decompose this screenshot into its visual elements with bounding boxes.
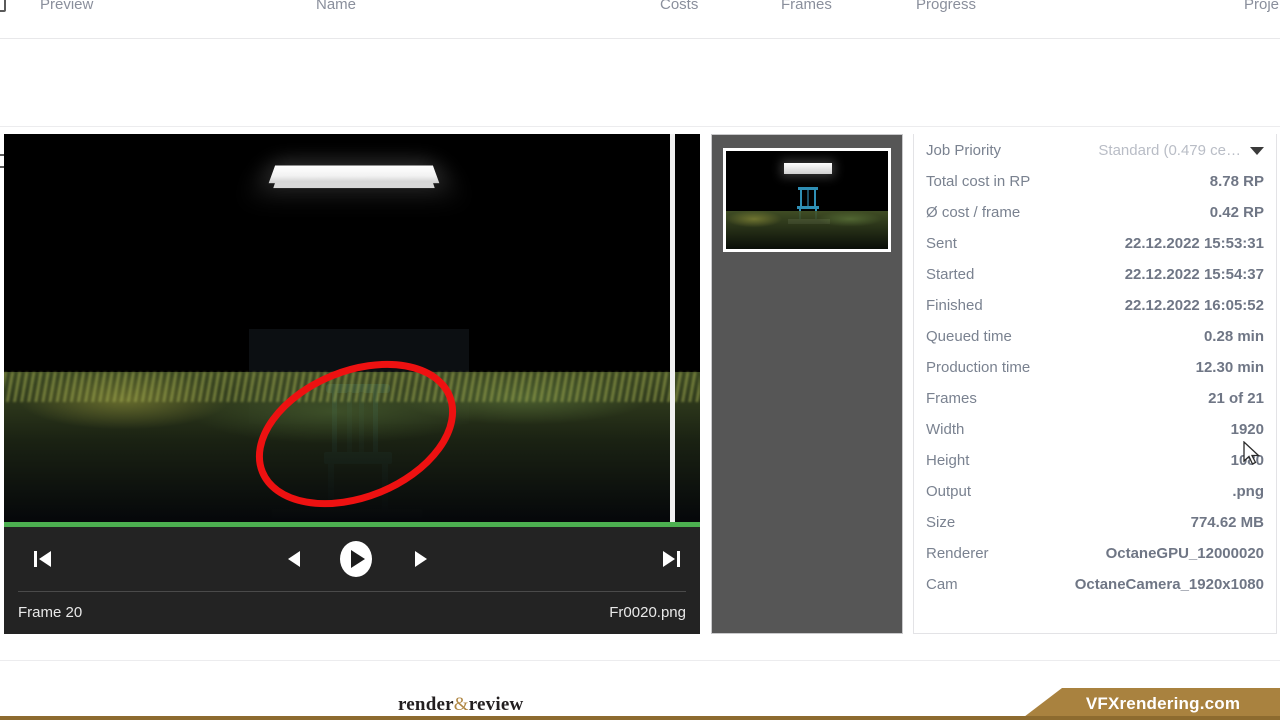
preview-player[interactable]: Frame 20 Fr0020.png [4, 134, 700, 634]
step-forward-button[interactable] [411, 549, 431, 569]
info-row-output: Output .png [926, 483, 1264, 514]
softbox-light-graphic [268, 165, 440, 184]
info-row-job-priority[interactable]: Job Priority Standard (0.479 ce… [926, 142, 1264, 173]
transport-controls [4, 527, 700, 591]
grass-foreground-graphic [4, 372, 700, 522]
info-value: 12.30 min [1195, 359, 1264, 376]
info-row-size: Size 774.62 MB [926, 514, 1264, 545]
column-header-progress[interactable]: Progress [916, 0, 976, 13]
chevron-down-icon[interactable] [1250, 146, 1264, 155]
info-row-height: Height 1080 [926, 452, 1264, 483]
skip-to-end-button[interactable] [660, 547, 684, 571]
info-value: 0.28 min [1203, 328, 1264, 345]
skip-to-start-button[interactable] [30, 547, 54, 571]
info-label: Started [926, 266, 975, 283]
info-label: Queued time [926, 328, 1012, 345]
column-header-name[interactable]: Name [316, 0, 356, 13]
footer-gold-rule [0, 716, 1280, 720]
info-label: Sent [926, 235, 957, 252]
info-label: Production time [926, 359, 1031, 376]
job-row[interactable]: Chair_octane.c4d [0, 62, 1280, 168]
info-row-finished: Finished 22.12.2022 16:05:52 [926, 297, 1264, 328]
job-row-divider [0, 126, 1280, 127]
info-row-renderer: Renderer OctaneGPU_12000020 [926, 545, 1264, 576]
compare-slider-handle[interactable] [670, 134, 675, 522]
info-value: Standard (0.479 ce… [1098, 142, 1241, 159]
info-value: 22.12.2022 16:05:52 [1124, 297, 1264, 314]
info-value: 21 of 21 [1208, 390, 1264, 407]
info-row-frames: Frames 21 of 21 [926, 390, 1264, 421]
header-divider [0, 38, 1280, 39]
info-row-cam: Cam OctaneCamera_1920x1080 [926, 576, 1264, 628]
info-label: Cam [926, 576, 958, 593]
info-label: Frames [926, 390, 977, 407]
info-value: 22.12.2022 15:54:37 [1124, 266, 1264, 283]
render-review-watermark: render&review [398, 694, 523, 716]
info-label: Width [926, 421, 965, 438]
select-all-checkbox[interactable] [0, 0, 6, 12]
current-file-label: Fr0020.png [609, 604, 686, 621]
watermark-text-right: review [468, 694, 524, 715]
current-frame-label: Frame 20 [18, 604, 83, 621]
info-row-sent: Sent 22.12.2022 15:53:31 [926, 235, 1264, 266]
info-value: .png [1232, 483, 1264, 500]
info-value: 22.12.2022 15:53:31 [1124, 235, 1264, 252]
info-row-started: Started 22.12.2022 15:54:37 [926, 266, 1264, 297]
column-header-row: Preview Name Costs Frames Progress Proje [0, 0, 1280, 38]
info-label: Total cost in RP [926, 173, 1031, 190]
render-job-detail-screen: Preview Name Costs Frames Progress Proje… [0, 0, 1280, 720]
step-backward-button[interactable] [284, 549, 304, 569]
play-button[interactable] [337, 540, 375, 578]
column-header-frames[interactable]: Frames [781, 0, 832, 13]
info-row-cost-per-frame: Ø cost / frame 0.42 RP [926, 204, 1264, 235]
info-row-production-time: Production time 12.30 min [926, 359, 1264, 390]
info-value: 0.42 RP [1209, 204, 1264, 221]
info-value: OctaneGPU_12000020 [1105, 545, 1264, 562]
player-meta-bar: Frame 20 Fr0020.png [4, 592, 700, 634]
thumbnail-strip[interactable] [711, 134, 903, 634]
info-label: Job Priority [926, 142, 1002, 159]
watermark-ampersand: & [453, 694, 469, 715]
info-value: 1920 [1230, 421, 1264, 438]
info-value: 774.62 MB [1190, 514, 1264, 531]
column-header-project[interactable]: Proje [1244, 0, 1279, 13]
info-label: Output [926, 483, 972, 500]
info-row-total-cost: Total cost in RP 8.78 RP [926, 173, 1264, 204]
info-value: 8.78 RP [1209, 173, 1264, 190]
thumbnail-item-selected[interactable] [723, 148, 891, 252]
info-value: OctaneCamera_1920x1080 [1074, 576, 1264, 593]
job-info-panel: Job Priority Standard (0.479 ce… Total c… [913, 134, 1277, 634]
preview-canvas[interactable] [4, 134, 700, 522]
info-label: Renderer [926, 545, 989, 562]
watermark-text-left: render [398, 694, 454, 715]
column-header-costs[interactable]: Costs [660, 0, 698, 13]
info-label: Size [926, 514, 956, 531]
info-label: Finished [926, 297, 983, 314]
info-label: Height [926, 452, 970, 469]
info-row-width: Width 1920 [926, 421, 1264, 452]
info-row-queued-time: Queued time 0.28 min [926, 328, 1264, 359]
column-header-preview[interactable]: Preview [40, 0, 93, 13]
info-label: Ø cost / frame [926, 204, 1021, 221]
info-value: 1080 [1230, 452, 1264, 469]
